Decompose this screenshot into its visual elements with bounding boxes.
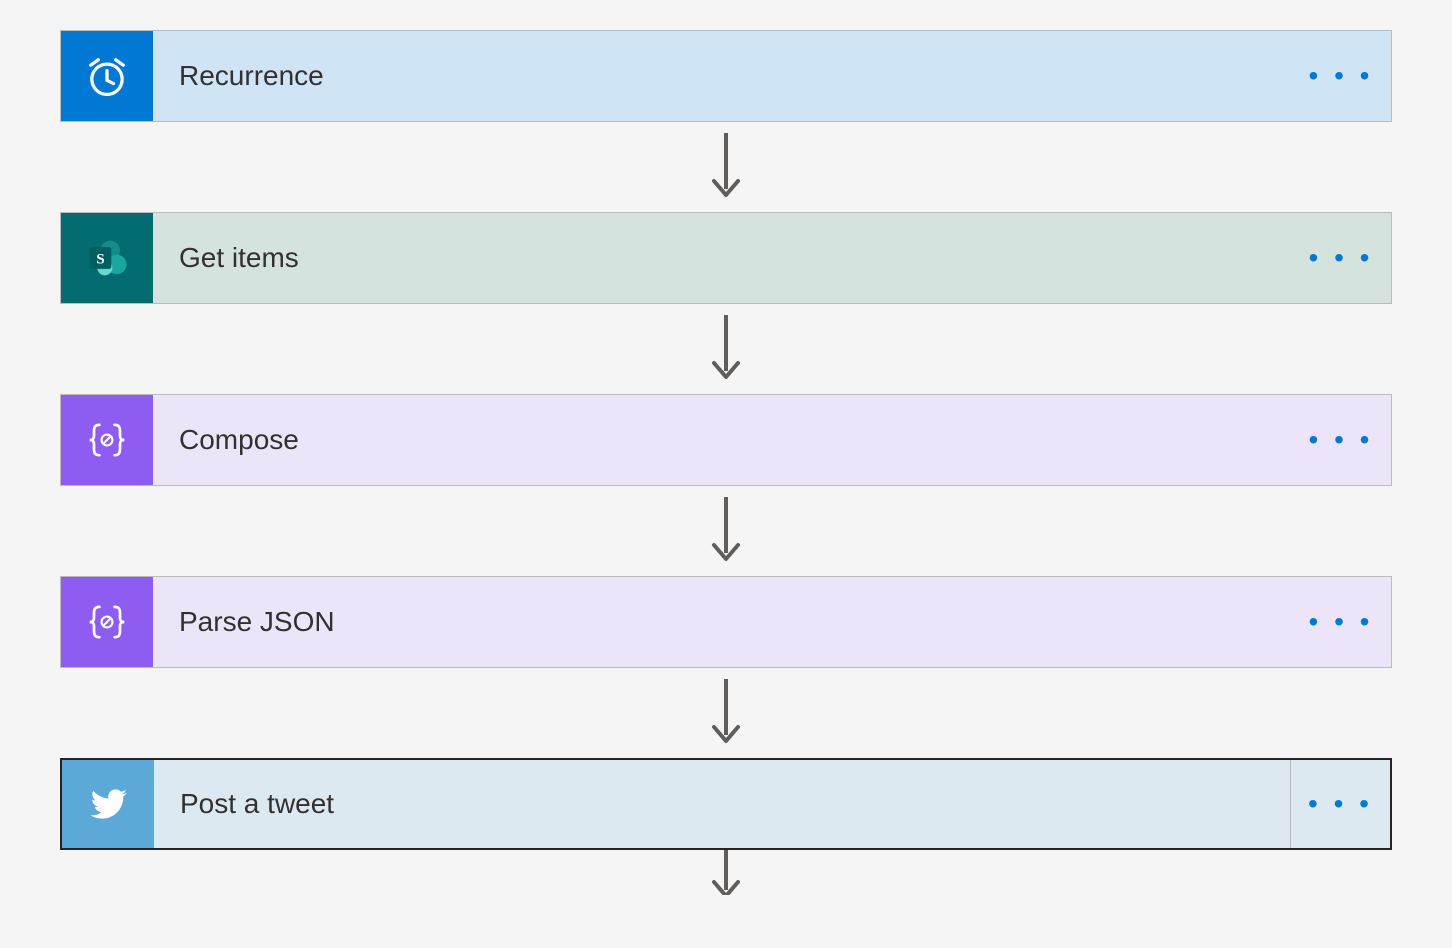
braces-icon [61, 395, 153, 485]
step-title: Post a tweet [154, 760, 1290, 848]
flow-arrow [708, 304, 744, 394]
step-title: Get items [153, 213, 1291, 303]
flow-step[interactable]: Post a tweet • • • [60, 758, 1392, 850]
flow-step[interactable]: S Get items • • • [60, 212, 1392, 304]
flow-arrow [708, 850, 744, 895]
ellipsis-icon: • • • [1309, 60, 1374, 92]
step-menu-button[interactable]: • • • [1290, 760, 1390, 848]
step-title: Parse JSON [153, 577, 1291, 667]
ellipsis-icon: • • • [1309, 606, 1374, 638]
step-menu-button[interactable]: • • • [1291, 577, 1391, 667]
ellipsis-icon: • • • [1309, 242, 1374, 274]
ellipsis-icon: • • • [1309, 424, 1374, 456]
sharepoint-icon: S [61, 213, 153, 303]
flow-step[interactable]: Parse JSON • • • [60, 576, 1392, 668]
clock-icon [61, 31, 153, 121]
twitter-icon [62, 760, 154, 848]
svg-text:S: S [96, 250, 104, 267]
flow-step[interactable]: Recurrence • • • [60, 30, 1392, 122]
braces-icon [61, 577, 153, 667]
step-menu-button[interactable]: • • • [1291, 31, 1391, 121]
flow-arrow [708, 122, 744, 212]
step-title: Recurrence [153, 31, 1291, 121]
step-title: Compose [153, 395, 1291, 485]
flow-arrow [708, 668, 744, 758]
ellipsis-icon: • • • [1308, 788, 1373, 820]
flow-step[interactable]: Compose • • • [60, 394, 1392, 486]
step-menu-button[interactable]: • • • [1291, 213, 1391, 303]
flow-arrow [708, 486, 744, 576]
step-menu-button[interactable]: • • • [1291, 395, 1391, 485]
